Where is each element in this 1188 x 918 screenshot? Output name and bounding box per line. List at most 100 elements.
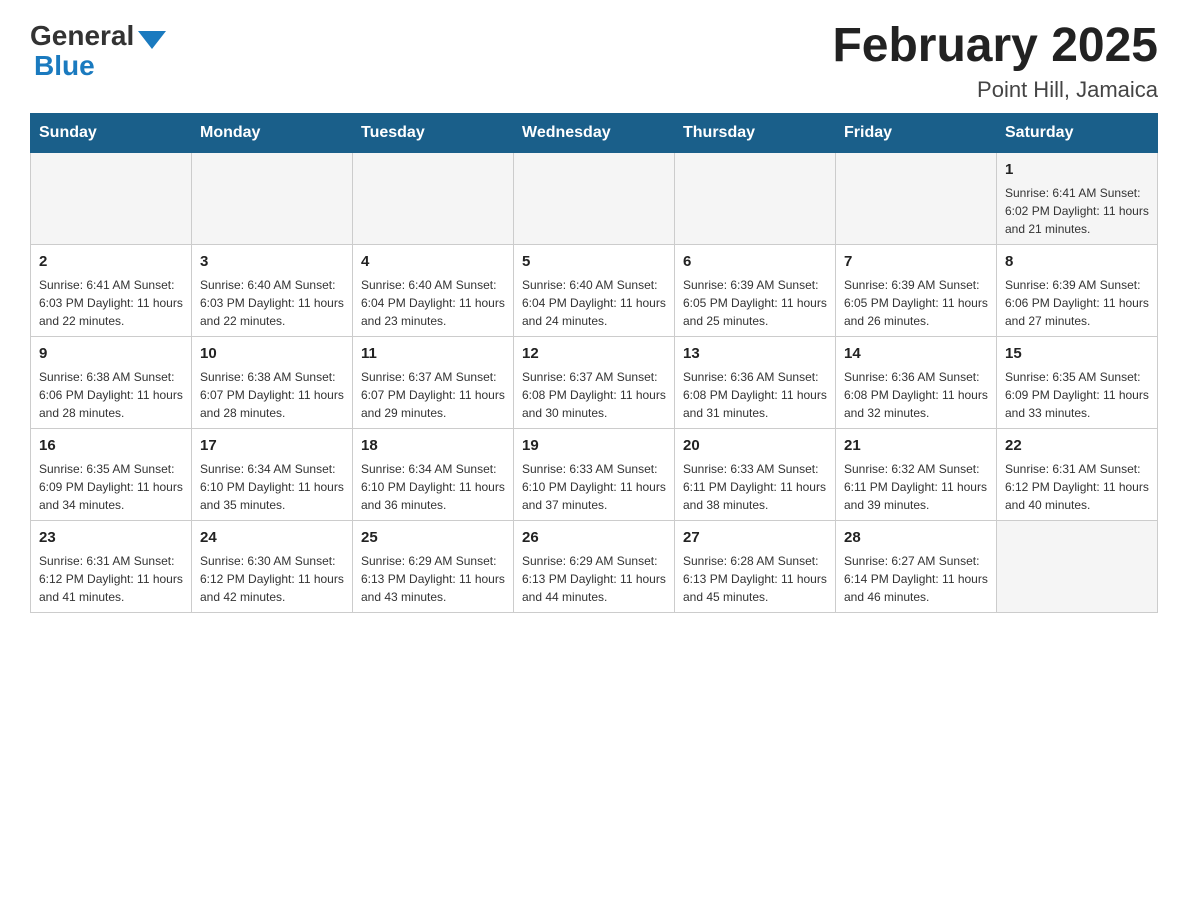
calendar-cell: 14 Sunrise: 6:36 AM Sunset: 6:08 PM Dayli… xyxy=(836,336,997,428)
day-info: Sunrise: 6:33 AM Sunset: 6:10 PM Dayligh… xyxy=(522,460,666,514)
calendar-week-row: 23 Sunrise: 6:31 AM Sunset: 6:12 PM Dayli… xyxy=(31,520,1158,612)
day-number: 10 xyxy=(200,343,344,364)
calendar-cell: 18Sunrise: 6:34 AM Sunset: 6:10 PM Dayli… xyxy=(353,428,514,520)
calendar-cell: 8Sunrise: 6:39 AM Sunset: 6:06 PM Daylig… xyxy=(997,244,1158,336)
calendar-cell: 28 Sunrise: 6:27 AM Sunset: 6:14 PM Dayli… xyxy=(836,520,997,612)
day-info: Sunrise: 6:34 AM Sunset: 6:10 PM Dayligh… xyxy=(361,460,505,514)
calendar-cell: 15 Sunrise: 6:35 AM Sunset: 6:09 PM Dayli… xyxy=(997,336,1158,428)
calendar-cell xyxy=(192,152,353,244)
calendar-cell: 25 Sunrise: 6:29 AM Sunset: 6:13 PM Dayli… xyxy=(353,520,514,612)
day-info: Sunrise: 6:27 AM Sunset: 6:14 PM Dayligh… xyxy=(844,552,988,606)
page-header: General Blue February 2025 Point Hill, J… xyxy=(30,20,1158,103)
day-info: Sunrise: 6:36 AM Sunset: 6:08 PM Dayligh… xyxy=(844,368,988,422)
day-info: Sunrise: 6:41 AM Sunset: 6:02 PM Dayligh… xyxy=(1005,184,1149,238)
location-subtitle: Point Hill, Jamaica xyxy=(832,77,1158,103)
day-number: 11 xyxy=(361,343,505,364)
day-number: 15 xyxy=(1005,343,1149,364)
day-number: 6 xyxy=(683,251,827,272)
day-number: 12 xyxy=(522,343,666,364)
day-number: 7 xyxy=(844,251,988,272)
day-number: 28 xyxy=(844,527,988,548)
day-info: Sunrise: 6:29 AM Sunset: 6:13 PM Dayligh… xyxy=(522,552,666,606)
weekday-header-friday: Friday xyxy=(836,113,997,152)
day-info: Sunrise: 6:28 AM Sunset: 6:13 PM Dayligh… xyxy=(683,552,827,606)
calendar-cell xyxy=(514,152,675,244)
calendar-cell: 13 Sunrise: 6:36 AM Sunset: 6:08 PM Dayli… xyxy=(675,336,836,428)
day-info: Sunrise: 6:40 AM Sunset: 6:04 PM Dayligh… xyxy=(361,276,505,330)
day-number: 5 xyxy=(522,251,666,272)
calendar-cell: 20 Sunrise: 6:33 AM Sunset: 6:11 PM Dayli… xyxy=(675,428,836,520)
day-info: Sunrise: 6:29 AM Sunset: 6:13 PM Dayligh… xyxy=(361,552,505,606)
calendar-cell: 3 Sunrise: 6:40 AM Sunset: 6:03 PM Daylig… xyxy=(192,244,353,336)
day-info: Sunrise: 6:39 AM Sunset: 6:05 PM Dayligh… xyxy=(844,276,988,330)
day-info: Sunrise: 6:40 AM Sunset: 6:03 PM Dayligh… xyxy=(200,276,344,330)
day-info: Sunrise: 6:35 AM Sunset: 6:09 PM Dayligh… xyxy=(1005,368,1149,422)
day-info: Sunrise: 6:40 AM Sunset: 6:04 PM Dayligh… xyxy=(522,276,666,330)
calendar-cell xyxy=(997,520,1158,612)
day-number: 3 xyxy=(200,251,344,272)
calendar-cell: 7 Sunrise: 6:39 AM Sunset: 6:05 PM Daylig… xyxy=(836,244,997,336)
calendar-table: SundayMondayTuesdayWednesdayThursdayFrid… xyxy=(30,113,1158,613)
calendar-header-row: SundayMondayTuesdayWednesdayThursdayFrid… xyxy=(31,113,1158,152)
calendar-cell: 23 Sunrise: 6:31 AM Sunset: 6:12 PM Dayli… xyxy=(31,520,192,612)
day-number: 22 xyxy=(1005,435,1149,456)
calendar-cell xyxy=(836,152,997,244)
weekday-header-thursday: Thursday xyxy=(675,113,836,152)
day-number: 16 xyxy=(39,435,183,456)
day-info: Sunrise: 6:35 AM Sunset: 6:09 PM Dayligh… xyxy=(39,460,183,514)
calendar-cell xyxy=(353,152,514,244)
calendar-week-row: 9 Sunrise: 6:38 AM Sunset: 6:06 PM Daylig… xyxy=(31,336,1158,428)
calendar-cell: 5 Sunrise: 6:40 AM Sunset: 6:04 PM Daylig… xyxy=(514,244,675,336)
day-number: 25 xyxy=(361,527,505,548)
calendar-week-row: 16 Sunrise: 6:35 AM Sunset: 6:09 PM Dayli… xyxy=(31,428,1158,520)
day-number: 17 xyxy=(200,435,344,456)
day-info: Sunrise: 6:37 AM Sunset: 6:07 PM Dayligh… xyxy=(361,368,505,422)
day-number: 19 xyxy=(522,435,666,456)
calendar-cell: 11 Sunrise: 6:37 AM Sunset: 6:07 PM Dayli… xyxy=(353,336,514,428)
calendar-week-row: 2 Sunrise: 6:41 AM Sunset: 6:03 PM Daylig… xyxy=(31,244,1158,336)
day-number: 9 xyxy=(39,343,183,364)
day-info: Sunrise: 6:31 AM Sunset: 6:12 PM Dayligh… xyxy=(39,552,183,606)
day-number: 21 xyxy=(844,435,988,456)
day-number: 26 xyxy=(522,527,666,548)
day-info: Sunrise: 6:36 AM Sunset: 6:08 PM Dayligh… xyxy=(683,368,827,422)
logo-arrow-icon xyxy=(138,31,166,49)
day-number: 2 xyxy=(39,251,183,272)
day-number: 13 xyxy=(683,343,827,364)
day-number: 27 xyxy=(683,527,827,548)
day-number: 4 xyxy=(361,251,505,272)
day-info: Sunrise: 6:38 AM Sunset: 6:06 PM Dayligh… xyxy=(39,368,183,422)
day-info: Sunrise: 6:41 AM Sunset: 6:03 PM Dayligh… xyxy=(39,276,183,330)
day-info: Sunrise: 6:31 AM Sunset: 6:12 PM Dayligh… xyxy=(1005,460,1149,514)
calendar-cell: 22 Sunrise: 6:31 AM Sunset: 6:12 PM Dayli… xyxy=(997,428,1158,520)
weekday-header-saturday: Saturday xyxy=(997,113,1158,152)
calendar-cell: 10Sunrise: 6:38 AM Sunset: 6:07 PM Dayli… xyxy=(192,336,353,428)
day-info: Sunrise: 6:37 AM Sunset: 6:08 PM Dayligh… xyxy=(522,368,666,422)
weekday-header-tuesday: Tuesday xyxy=(353,113,514,152)
calendar-cell: 19 Sunrise: 6:33 AM Sunset: 6:10 PM Dayli… xyxy=(514,428,675,520)
day-number: 24 xyxy=(200,527,344,548)
calendar-cell: 2 Sunrise: 6:41 AM Sunset: 6:03 PM Daylig… xyxy=(31,244,192,336)
calendar-week-row: 1 Sunrise: 6:41 AM Sunset: 6:02 PM Daylig… xyxy=(31,152,1158,244)
day-info: Sunrise: 6:32 AM Sunset: 6:11 PM Dayligh… xyxy=(844,460,988,514)
title-block: February 2025 Point Hill, Jamaica xyxy=(832,20,1158,103)
calendar-cell: 24 Sunrise: 6:30 AM Sunset: 6:12 PM Dayli… xyxy=(192,520,353,612)
day-info: Sunrise: 6:30 AM Sunset: 6:12 PM Dayligh… xyxy=(200,552,344,606)
month-year-title: February 2025 xyxy=(832,20,1158,73)
day-number: 8 xyxy=(1005,251,1149,272)
weekday-header-wednesday: Wednesday xyxy=(514,113,675,152)
calendar-cell xyxy=(675,152,836,244)
day-number: 14 xyxy=(844,343,988,364)
day-info: Sunrise: 6:33 AM Sunset: 6:11 PM Dayligh… xyxy=(683,460,827,514)
logo-general-text: General xyxy=(30,20,134,52)
weekday-header-monday: Monday xyxy=(192,113,353,152)
day-number: 1 xyxy=(1005,159,1149,180)
calendar-cell: 12 Sunrise: 6:37 AM Sunset: 6:08 PM Dayli… xyxy=(514,336,675,428)
logo: General Blue xyxy=(30,20,166,82)
day-info: Sunrise: 6:34 AM Sunset: 6:10 PM Dayligh… xyxy=(200,460,344,514)
day-number: 23 xyxy=(39,527,183,548)
calendar-cell: 26 Sunrise: 6:29 AM Sunset: 6:13 PM Dayli… xyxy=(514,520,675,612)
calendar-cell: 16 Sunrise: 6:35 AM Sunset: 6:09 PM Dayli… xyxy=(31,428,192,520)
weekday-header-sunday: Sunday xyxy=(31,113,192,152)
day-number: 20 xyxy=(683,435,827,456)
